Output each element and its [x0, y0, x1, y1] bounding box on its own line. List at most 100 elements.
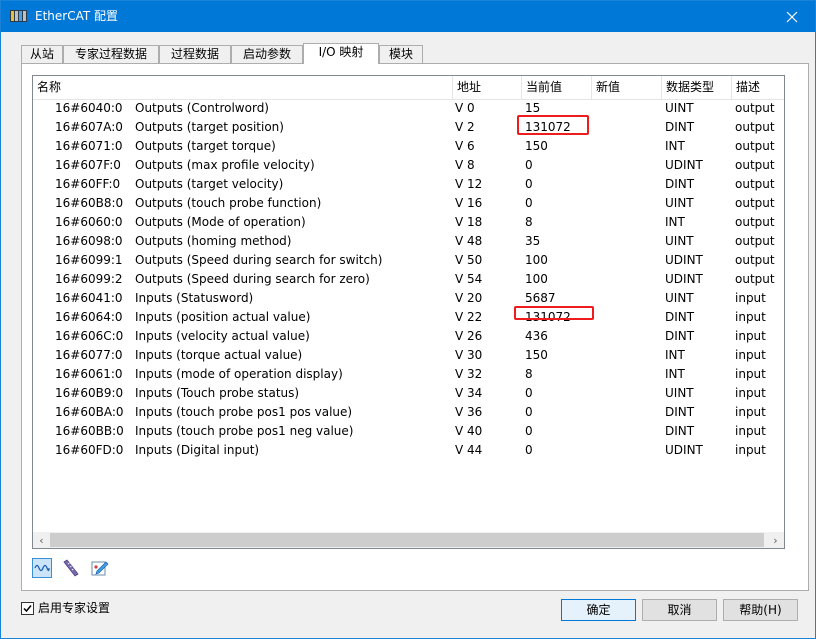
cell-current-value: 0 — [525, 177, 533, 191]
table-row[interactable]: 16#6061:0 Inputs (mode of operation displ… — [33, 365, 784, 384]
cell-data-type: DINT — [665, 329, 695, 343]
tab-process-data[interactable]: 过程数据 — [159, 45, 231, 63]
scrollbar-thumb[interactable] — [50, 533, 764, 547]
cell-name: Outputs (target velocity) — [135, 177, 284, 191]
table-row[interactable]: 16#6041:0 Inputs (Statusword) V 20 5687 UINT… — [33, 289, 784, 308]
table-row[interactable]: 16#60BA:0 Inputs (touch probe pos1 pos va… — [33, 403, 784, 422]
cell-address: V 18 — [455, 215, 483, 229]
cell-index: 16#6041:0 — [55, 291, 123, 305]
cell-description: output — [735, 234, 775, 248]
cell-name: Inputs (Digital input) — [135, 443, 260, 457]
cell-description: output — [735, 177, 775, 191]
cell-address: V 0 — [455, 101, 475, 115]
cell-index: 16#6099:2 — [55, 272, 123, 286]
cancel-button[interactable]: 取消 — [642, 599, 717, 621]
table-row[interactable]: 16#606C:0 Inputs (velocity actual value) V… — [33, 327, 784, 346]
cell-current-value: 8 — [525, 215, 533, 229]
table-row[interactable]: 16#60FF:0 Outputs (target velocity) V 12 0 D… — [33, 175, 784, 194]
tab-slave[interactable]: 从站 — [21, 45, 63, 63]
column-header-current-value[interactable]: 当前值 — [522, 76, 592, 99]
cell-data-type: UINT — [665, 196, 694, 210]
cell-description: input — [735, 443, 766, 457]
table-row[interactable]: 16#6099:1 Outputs (Speed during search fo… — [33, 251, 784, 270]
ruler-button[interactable] — [61, 558, 81, 578]
table-row[interactable]: 16#607F:0 Outputs (max profile velocity) V… — [33, 156, 784, 175]
table-row[interactable]: 16#607A:0 Outputs (target position) V 2 131… — [33, 115, 784, 137]
cell-data-type: DINT — [665, 177, 695, 191]
help-button[interactable]: 帮助(H) — [723, 599, 798, 621]
cell-index: 16#606C:0 — [55, 329, 124, 343]
tab-io-mapping[interactable]: I/O 映射 — [303, 43, 379, 64]
table-row[interactable]: 16#6071:0 Outputs (target torque) V 6 150 IN… — [33, 137, 784, 156]
cell-name: Inputs (Touch probe status) — [135, 386, 300, 400]
horizontal-scrollbar[interactable]: ‹ › — [32, 532, 785, 549]
column-header-name[interactable]: 名称 — [33, 76, 453, 99]
cell-description: output — [735, 215, 775, 229]
cell-index: 16#60FF:0 — [55, 177, 121, 191]
cell-current-value: 0 — [525, 196, 533, 210]
table-row[interactable]: 16#60BB:0 Inputs (touch probe pos1 neg va… — [33, 422, 784, 441]
grid-rows: 16#6040:0 Outputs (Controlword) V 0 15 UINT o… — [33, 99, 784, 460]
cell-index: 16#60FD:0 — [55, 443, 124, 457]
cell-address: V 40 — [455, 424, 483, 438]
table-row[interactable]: 16#60B8:0 Outputs (touch probe function) V… — [33, 194, 784, 213]
cell-current-value: 100 — [525, 272, 548, 286]
cell-address: V 50 — [455, 253, 483, 267]
scroll-left-arrow[interactable]: ‹ — [33, 532, 50, 548]
table-row[interactable]: 16#6040:0 Outputs (Controlword) V 0 15 UINT o… — [33, 99, 784, 118]
cell-description: output — [735, 272, 775, 286]
tab-modules[interactable]: 模块 — [379, 45, 423, 63]
cell-description: output — [735, 120, 775, 134]
cell-index: 16#6099:1 — [55, 253, 123, 267]
table-row[interactable]: 16#6098:0 Outputs (homing method) V 48 35 UI… — [33, 232, 784, 251]
close-button[interactable] — [769, 1, 815, 32]
cell-current-value: 100 — [525, 253, 548, 267]
ok-button[interactable]: 确定 — [561, 599, 636, 621]
table-row[interactable]: 16#60B9:0 Inputs (Touch probe status) V 34… — [33, 384, 784, 403]
table-row[interactable]: 16#6099:2 Outputs (Speed during search fo… — [33, 270, 784, 289]
expert-settings-label[interactable]: 启用专家设置 — [38, 600, 110, 617]
cell-description: output — [735, 139, 775, 153]
cell-index: 16#6040:0 — [55, 101, 123, 115]
cell-address: V 12 — [455, 177, 483, 191]
cell-index: 16#60B8:0 — [55, 196, 124, 210]
column-header-data-type[interactable]: 数据类型 — [662, 76, 732, 99]
highlight-annotation — [514, 306, 594, 320]
cell-data-type: UINT — [665, 101, 694, 115]
scroll-right-arrow[interactable]: › — [767, 532, 784, 548]
column-header-new-value[interactable]: 新值 — [592, 76, 662, 99]
table-row[interactable]: 16#60FD:0 Inputs (Digital input) V 44 0 UDIN… — [33, 441, 784, 460]
ethercat-app-icon — [10, 8, 27, 24]
expert-settings-checkbox[interactable] — [21, 602, 34, 615]
io-mapping-grid[interactable]: 名称 地址 当前值 新值 数据类型 描述 16#6040:0 Outputs (C… — [32, 75, 785, 549]
table-row[interactable]: 16#6064:0 Inputs (position actual value) V… — [33, 306, 784, 327]
cell-address: V 54 — [455, 272, 483, 286]
tab-expert-process-data[interactable]: 专家过程数据 — [63, 45, 159, 63]
tab-startup-parameters[interactable]: 启动参数 — [231, 45, 303, 63]
table-row[interactable]: 16#6077:0 Inputs (torque actual value) V 3… — [33, 346, 784, 365]
cell-address: V 34 — [455, 386, 483, 400]
cell-current-value: 8 — [525, 367, 533, 381]
column-header-description[interactable]: 描述 — [732, 76, 784, 99]
cell-data-type: UINT — [665, 386, 694, 400]
cell-current-value: 0 — [525, 405, 533, 419]
cell-name: Outputs (target torque) — [135, 139, 276, 153]
cell-data-type: INT — [665, 139, 685, 153]
waveform-button[interactable] — [32, 558, 52, 578]
table-row[interactable]: 16#6060:0 Outputs (Mode of operation) V 18… — [33, 213, 784, 232]
cell-address: V 44 — [455, 443, 483, 457]
cell-index: 16#60BA:0 — [55, 405, 124, 419]
cell-index: 16#6077:0 — [55, 348, 123, 362]
grid-header: 名称 地址 当前值 新值 数据类型 描述 — [33, 76, 784, 100]
cell-address: V 2 — [455, 120, 475, 134]
cell-description: output — [735, 196, 775, 210]
cell-address: V 16 — [455, 196, 483, 210]
cell-address: V 6 — [455, 139, 475, 153]
cell-data-type: UDINT — [665, 253, 703, 267]
cell-name: Outputs (homing method) — [135, 234, 292, 248]
cell-index: 16#60BB:0 — [55, 424, 124, 438]
cell-data-type: UINT — [665, 291, 694, 305]
column-header-address[interactable]: 地址 — [453, 76, 522, 99]
edit-button[interactable] — [90, 558, 110, 578]
cell-index: 16#607F:0 — [55, 158, 121, 172]
